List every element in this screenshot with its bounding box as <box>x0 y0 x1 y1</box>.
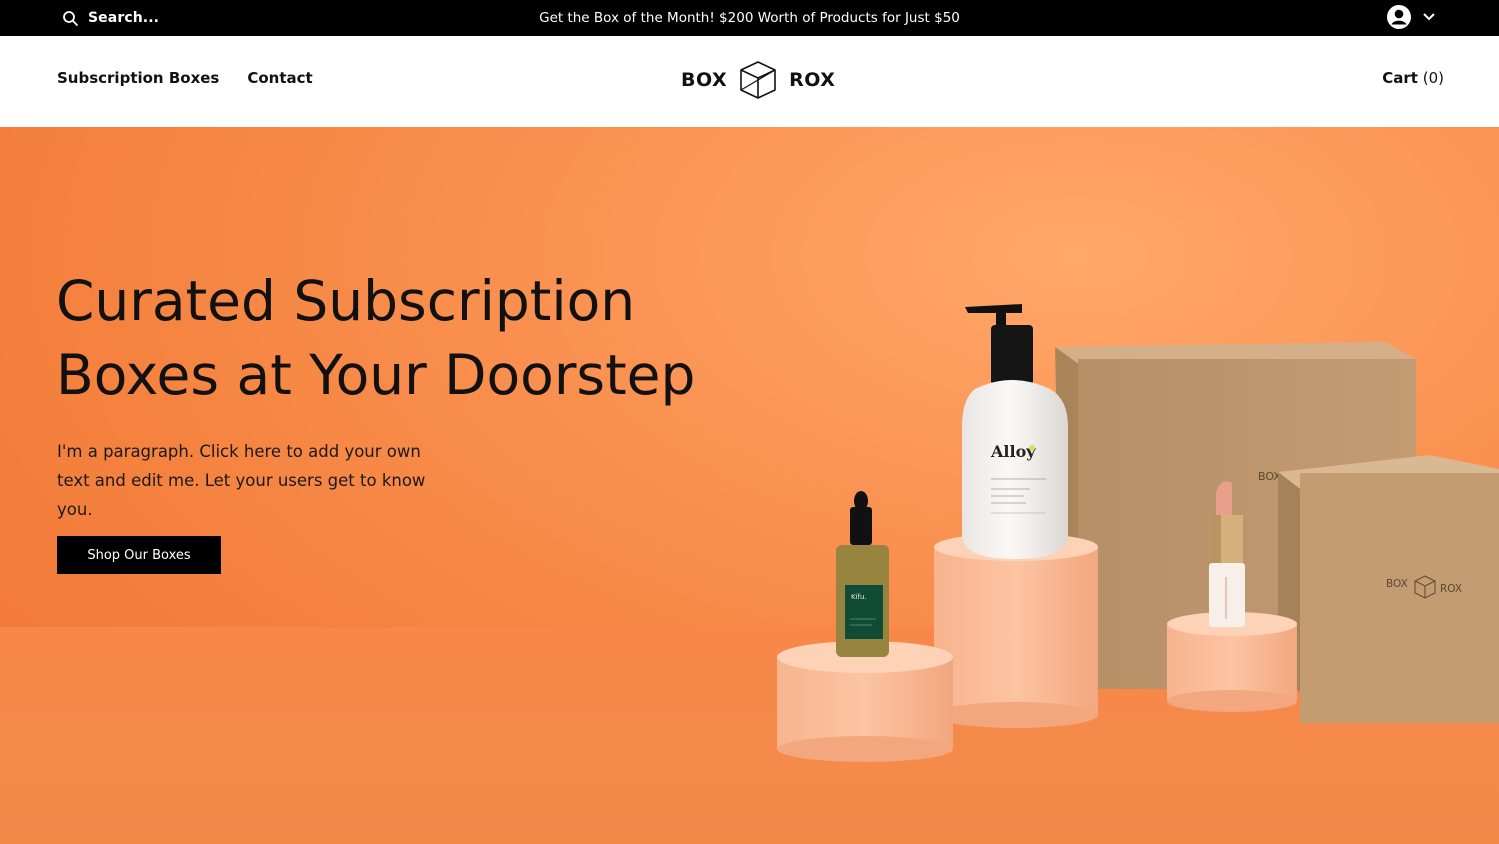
hero-section: BOX BOX ROX Alloy Kifu. Curated Subscrip… <box>0 127 1499 844</box>
hero-title: Curated Subscription Boxes at Your Doors… <box>56 269 696 407</box>
serum-brand-label: Kifu. <box>851 593 867 601</box>
cart-count: (0) <box>1422 69 1444 87</box>
box-logo-partial: BOX <box>1258 470 1281 483</box>
user-avatar-icon <box>1387 5 1411 29</box>
nav-contact[interactable]: Contact <box>247 69 312 87</box>
site-logo[interactable]: BOX ROX <box>681 60 835 100</box>
lotion-brand-label: Alloy <box>990 442 1036 461</box>
cart-button[interactable]: Cart (0) <box>1382 69 1444 87</box>
site-header: Subscription Boxes Contact BOX ROX Cart … <box>0 36 1499 127</box>
cardboard-box-small: BOX ROX <box>1278 455 1499 723</box>
nav-subscription-boxes[interactable]: Subscription Boxes <box>57 69 219 87</box>
shop-our-boxes-button[interactable]: Shop Our Boxes <box>57 536 221 574</box>
account-menu[interactable] <box>1386 4 1436 30</box>
hero-paragraph: I'm a paragraph. Click here to add your … <box>57 442 426 519</box>
box-logo-text-right: ROX <box>1440 583 1462 595</box>
serum-bottle: Kifu. <box>836 491 889 657</box>
announcement-bar: Search... Get the Box of the Month! $200… <box>0 0 1499 36</box>
chevron-down-icon <box>1423 13 1435 21</box>
main-nav: Subscription Boxes Contact <box>57 69 313 87</box>
cart-label: Cart <box>1382 69 1418 87</box>
pedestal-low <box>777 641 953 762</box>
pedestal-tall <box>934 533 1098 728</box>
box-logo-text-left: BOX <box>1386 578 1408 590</box>
lotion-bottle: Alloy <box>962 304 1068 559</box>
cube-logo-icon <box>740 61 776 99</box>
promo-text: Get the Box of the Month! $200 Worth of … <box>539 10 960 26</box>
logo-text-right: ROX <box>789 69 836 91</box>
logo-text-left: BOX <box>681 69 728 91</box>
